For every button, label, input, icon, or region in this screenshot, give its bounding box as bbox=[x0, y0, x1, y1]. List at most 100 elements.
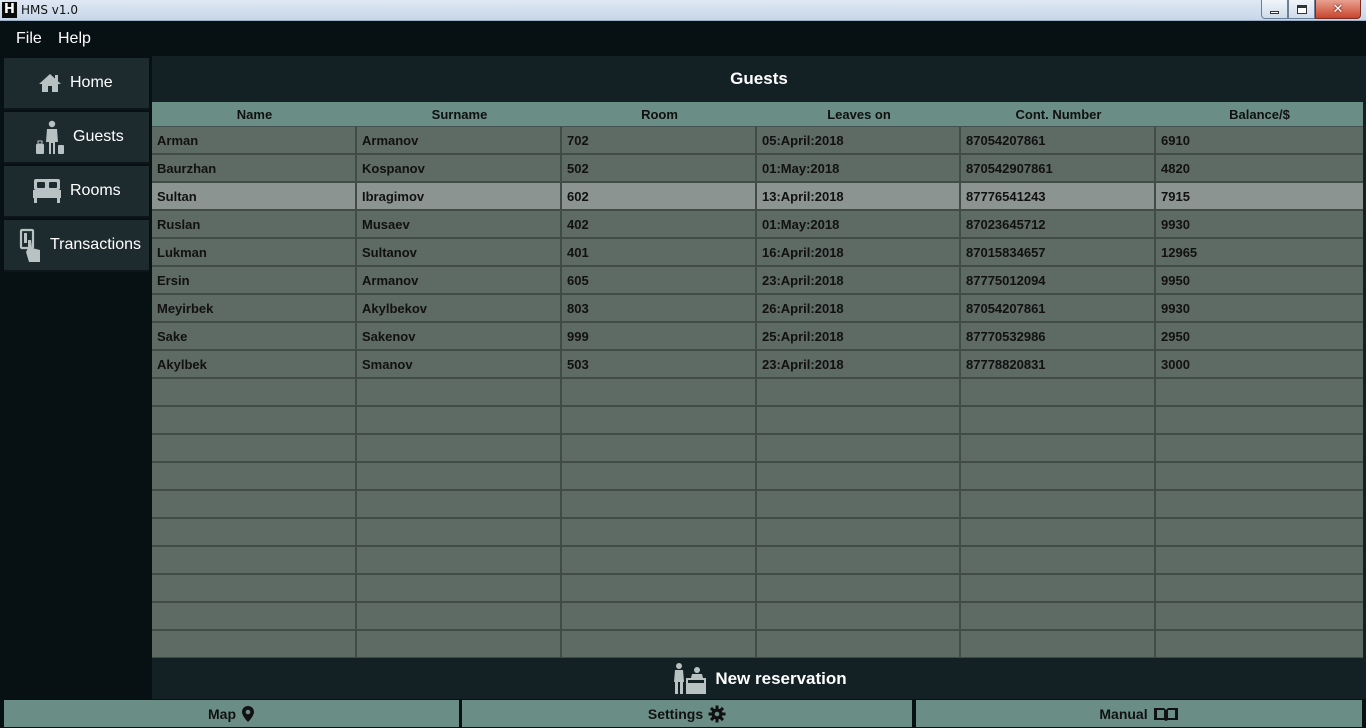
table-cell[interactable]: 01:May:2018 bbox=[757, 211, 961, 237]
table-cell[interactable] bbox=[961, 435, 1156, 461]
table-cell[interactable] bbox=[757, 491, 961, 517]
table-cell[interactable]: 87054207861 bbox=[961, 127, 1156, 153]
table-cell[interactable]: Arman bbox=[152, 127, 357, 153]
table-cell[interactable]: Smanov bbox=[357, 351, 562, 377]
table-cell[interactable] bbox=[562, 463, 757, 489]
table-row[interactable]: Sultan Ibragimov 602 13:April:2018 877765412… bbox=[152, 183, 1363, 211]
table-cell[interactable] bbox=[357, 407, 562, 433]
table-cell[interactable] bbox=[152, 463, 357, 489]
table-cell[interactable] bbox=[152, 631, 357, 657]
column-header[interactable]: Surname bbox=[357, 102, 562, 127]
table-row[interactable]: Sake Sakenov 999 25:April:2018 87770532986 29… bbox=[152, 323, 1363, 351]
table-cell[interactable] bbox=[1156, 491, 1363, 517]
table-row[interactable]: Lukman Sultanov 401 16:April:2018 8701583465… bbox=[152, 239, 1363, 267]
table-cell[interactable] bbox=[757, 407, 961, 433]
table-cell[interactable] bbox=[562, 519, 757, 545]
table-cell[interactable]: Kospanov bbox=[357, 155, 562, 181]
column-header[interactable]: Cont. Number bbox=[961, 102, 1156, 127]
table-cell[interactable]: 803 bbox=[562, 295, 757, 321]
manual-button[interactable]: Manual bbox=[916, 700, 1362, 727]
table-cell[interactable] bbox=[1156, 519, 1363, 545]
table-cell[interactable]: 870542907861 bbox=[961, 155, 1156, 181]
table-cell[interactable] bbox=[562, 603, 757, 629]
table-cell[interactable]: 999 bbox=[562, 323, 757, 349]
table-row[interactable]: Baurzhan Kospanov 502 01:May:2018 8705429078… bbox=[152, 155, 1363, 183]
table-cell[interactable]: Sake bbox=[152, 323, 357, 349]
table-row-empty[interactable] bbox=[152, 407, 1363, 435]
table-cell[interactable] bbox=[757, 575, 961, 601]
table-cell[interactable]: 2950 bbox=[1156, 323, 1363, 349]
table-cell[interactable] bbox=[961, 603, 1156, 629]
table-cell[interactable]: 23:April:2018 bbox=[757, 267, 961, 293]
table-cell[interactable] bbox=[961, 463, 1156, 489]
menu-file[interactable]: File bbox=[16, 30, 42, 48]
table-cell[interactable]: Akylbekov bbox=[357, 295, 562, 321]
table-cell[interactable] bbox=[152, 407, 357, 433]
table-cell[interactable] bbox=[757, 547, 961, 573]
sidebar-item-rooms[interactable]: Rooms bbox=[4, 166, 149, 218]
table-cell[interactable] bbox=[961, 407, 1156, 433]
table-cell[interactable] bbox=[357, 463, 562, 489]
table-row-empty[interactable] bbox=[152, 575, 1363, 603]
table-cell[interactable]: 01:May:2018 bbox=[757, 155, 961, 181]
column-header[interactable]: Leaves on bbox=[757, 102, 961, 127]
table-row-empty[interactable] bbox=[152, 379, 1363, 407]
table-cell[interactable]: Armanov bbox=[357, 267, 562, 293]
column-header[interactable]: Room bbox=[562, 102, 757, 127]
table-row-empty[interactable] bbox=[152, 435, 1363, 463]
table-cell[interactable] bbox=[1156, 603, 1363, 629]
table-cell[interactable]: 7915 bbox=[1156, 183, 1363, 209]
table-cell[interactable] bbox=[357, 575, 562, 601]
table-cell[interactable]: 87015834657 bbox=[961, 239, 1156, 265]
table-cell[interactable] bbox=[152, 379, 357, 405]
table-cell[interactable]: 87776541243 bbox=[961, 183, 1156, 209]
new-reservation-button[interactable]: New reservation bbox=[152, 658, 1366, 699]
table-cell[interactable]: 87054207861 bbox=[961, 295, 1156, 321]
table-cell[interactable] bbox=[152, 491, 357, 517]
table-row-empty[interactable] bbox=[152, 603, 1363, 631]
table-cell[interactable] bbox=[757, 519, 961, 545]
table-cell[interactable]: 25:April:2018 bbox=[757, 323, 961, 349]
table-cell[interactable] bbox=[961, 519, 1156, 545]
table-row-empty[interactable] bbox=[152, 491, 1363, 519]
table-cell[interactable] bbox=[357, 379, 562, 405]
table-cell[interactable] bbox=[562, 547, 757, 573]
table-cell[interactable]: 16:April:2018 bbox=[757, 239, 961, 265]
table-cell[interactable] bbox=[1156, 631, 1363, 657]
table-cell[interactable] bbox=[562, 435, 757, 461]
table-cell[interactable]: 9930 bbox=[1156, 295, 1363, 321]
table-cell[interactable]: 9950 bbox=[1156, 267, 1363, 293]
table-row[interactable]: Meyirbek Akylbekov 803 26:April:2018 8705420… bbox=[152, 295, 1363, 323]
table-cell[interactable]: Armanov bbox=[357, 127, 562, 153]
table-cell[interactable] bbox=[152, 435, 357, 461]
table-row[interactable]: Ruslan Musaev 402 01:May:2018 87023645712 993… bbox=[152, 211, 1363, 239]
table-cell[interactable]: 605 bbox=[562, 267, 757, 293]
table-cell[interactable]: 3000 bbox=[1156, 351, 1363, 377]
table-cell[interactable]: 87778820831 bbox=[961, 351, 1156, 377]
table-cell[interactable]: 12965 bbox=[1156, 239, 1363, 265]
table-cell[interactable]: 87023645712 bbox=[961, 211, 1156, 237]
table-cell[interactable] bbox=[357, 519, 562, 545]
window-titlebar[interactable]: H HMS v1.0 ✕ bbox=[0, 0, 1366, 21]
table-cell[interactable]: 4820 bbox=[1156, 155, 1363, 181]
table-cell[interactable] bbox=[1156, 575, 1363, 601]
table-row-empty[interactable] bbox=[152, 519, 1363, 547]
table-row-empty[interactable] bbox=[152, 631, 1363, 658]
table-cell[interactable]: Meyirbek bbox=[152, 295, 357, 321]
table-cell[interactable] bbox=[757, 463, 961, 489]
table-cell[interactable]: Ibragimov bbox=[357, 183, 562, 209]
table-cell[interactable]: 6910 bbox=[1156, 127, 1363, 153]
table-cell[interactable]: Sultanov bbox=[357, 239, 562, 265]
table-cell[interactable] bbox=[357, 435, 562, 461]
settings-button[interactable]: Settings bbox=[462, 700, 912, 727]
table-cell[interactable]: Musaev bbox=[357, 211, 562, 237]
table-cell[interactable] bbox=[562, 379, 757, 405]
sidebar-item-home[interactable]: Home bbox=[4, 58, 149, 110]
table-row-empty[interactable] bbox=[152, 547, 1363, 575]
table-cell[interactable] bbox=[1156, 547, 1363, 573]
table-cell[interactable]: 502 bbox=[562, 155, 757, 181]
table-cell[interactable]: Ersin bbox=[152, 267, 357, 293]
table-cell[interactable]: 13:April:2018 bbox=[757, 183, 961, 209]
table-cell[interactable] bbox=[357, 491, 562, 517]
table-cell[interactable]: 87775012094 bbox=[961, 267, 1156, 293]
